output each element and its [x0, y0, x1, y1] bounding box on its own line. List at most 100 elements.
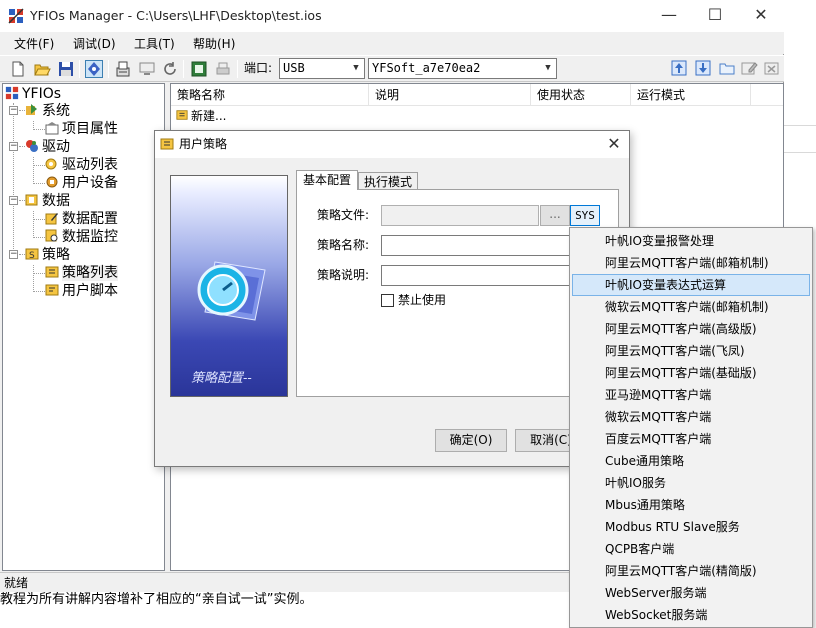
delete-icon[interactable] [763, 59, 781, 77]
port-select[interactable]: USB ▼ [279, 58, 365, 79]
dialog-title-bar[interactable]: 用户策略 ✕ [155, 131, 629, 158]
tree-item-user-scripts[interactable]: 用户脚本 [45, 282, 118, 300]
project-tree[interactable]: YFIOs − 系统 项目属性 − 驱动 驱动列表 用户设备 − 数据 数据配置… [2, 83, 165, 571]
tree-root[interactable]: YFIOs [5, 85, 61, 103]
disable-checkbox[interactable] [381, 294, 394, 307]
tree-guide [33, 157, 34, 184]
column-header[interactable]: 运行模式 [631, 84, 751, 106]
menu-help[interactable]: 帮助(H) [193, 35, 235, 53]
strategy-list-icon [45, 265, 59, 279]
tree-item-label: 数据监控 [62, 229, 118, 245]
port-select-value: USB [283, 61, 305, 75]
new-strategy-icon [176, 109, 188, 121]
list-item-label: 新建... [191, 109, 227, 123]
connect-icon[interactable] [85, 60, 103, 78]
print-icon[interactable] [214, 60, 232, 78]
toolbar-separator [79, 60, 80, 78]
column-header[interactable]: 使用状态 [531, 84, 631, 106]
menu-item[interactable]: WebServer服务端 [572, 582, 810, 604]
folder-icon[interactable] [718, 59, 736, 77]
menu-item[interactable]: 亚马逊MQTT客户端 [572, 384, 810, 406]
tree-toggle[interactable]: − [9, 106, 18, 115]
menu-item[interactable]: Mbus通用策略 [572, 494, 810, 516]
menu-item[interactable]: 阿里云MQTT客户端(精简版) [572, 560, 810, 582]
strategy-file-field [381, 205, 539, 226]
open-folder-icon[interactable] [33, 60, 51, 78]
menu-tools[interactable]: 工具(T) [134, 35, 175, 53]
column-header[interactable]: 策略名称 [171, 84, 369, 106]
background-divider [784, 152, 816, 153]
tree-toggle[interactable]: − [9, 142, 18, 151]
refresh-icon[interactable] [161, 60, 179, 78]
menu-item[interactable]: Modbus RTU Slave服务 [572, 516, 810, 538]
menu-item[interactable]: 叶帆IO服务 [572, 472, 810, 494]
menu-item[interactable]: QCPB客户端 [572, 538, 810, 560]
menu-item[interactable]: 微软云MQTT客户端(邮箱机制) [572, 296, 810, 318]
move-up-icon[interactable] [670, 59, 688, 77]
tree-item-system[interactable]: 系统 [25, 102, 70, 120]
menu-item[interactable]: 阿里云MQTT客户端(邮箱机制) [572, 252, 810, 274]
list-item[interactable]: 新建... [176, 108, 226, 124]
tab-basic-config[interactable]: 基本配置 [296, 170, 358, 190]
menu-file[interactable]: 文件(F) [14, 35, 54, 53]
tree-item-data-monitor[interactable]: 数据监控 [45, 228, 118, 246]
toolbar-separator [108, 60, 109, 78]
menu-item[interactable]: 百度云MQTT客户端 [572, 428, 810, 450]
menu-item[interactable]: 叶帆IO变量报警处理 [572, 230, 810, 252]
dialog-close-button[interactable]: ✕ [603, 134, 625, 154]
tree-guide [33, 211, 34, 238]
close-button[interactable]: ✕ [738, 0, 784, 32]
menu-debug[interactable]: 调试(D) [73, 35, 116, 53]
menu-item[interactable]: WebSocket服务端 [572, 604, 810, 626]
download-icon[interactable] [114, 60, 132, 78]
tree-item-strategy[interactable]: S 策略 [25, 246, 70, 264]
tree-item-label: 驱动 [42, 139, 70, 155]
strategy-desc-label: 策略说明: [317, 268, 370, 282]
menu-item[interactable]: 微软云MQTT客户端 [572, 406, 810, 428]
system-icon [25, 103, 39, 117]
chevron-down-icon[interactable]: ▼ [540, 59, 556, 78]
monitor-icon[interactable] [138, 60, 156, 78]
tree-toggle[interactable]: − [9, 196, 18, 205]
sys-button[interactable]: SYS [570, 205, 600, 226]
tree-item-data-config[interactable]: 数据配置 [45, 210, 118, 228]
device-select[interactable]: YFSoft_a7e70ea2 ▼ [368, 58, 557, 79]
ok-button[interactable]: 确定(O) [435, 429, 507, 452]
menu-item[interactable]: 阿里云MQTT客户端(高级版) [572, 318, 810, 340]
tree-item-driver-list[interactable]: 驱动列表 [45, 156, 118, 174]
edit-icon[interactable] [740, 59, 758, 77]
chart-icon[interactable] [190, 60, 208, 78]
menu-item[interactable]: Cube通用策略 [572, 450, 810, 472]
window-title: YFIOs Manager - C:\Users\LHF\Desktop\tes… [30, 8, 322, 23]
app-logo-icon [8, 8, 24, 24]
tree-item-data[interactable]: 数据 [25, 192, 70, 210]
chevron-down-icon[interactable]: ▼ [348, 59, 364, 78]
move-down-icon[interactable] [694, 59, 712, 77]
tree-toggle[interactable]: − [9, 250, 18, 259]
tree-item-project-properties[interactable]: 项目属性 [45, 120, 118, 138]
title-bar[interactable]: YFIOs Manager - C:\Users\LHF\Desktop\tes… [0, 0, 784, 32]
save-icon[interactable] [57, 60, 75, 78]
data-icon [25, 193, 39, 207]
tab-execution-mode[interactable]: 执行模式 [358, 172, 418, 190]
maximize-button[interactable]: ☐ [692, 0, 738, 32]
menu-item-selected[interactable]: 叶帆IO变量表达式运算 [572, 274, 810, 296]
menu-item[interactable]: 阿里云MQTT客户端(基础版) [572, 362, 810, 384]
toolbar-separator [237, 60, 238, 78]
device-select-value: YFSoft_a7e70ea2 [372, 61, 481, 75]
svg-text:S: S [29, 251, 35, 261]
tree-item-strategy-list[interactable]: 策略列表 [45, 264, 118, 282]
tree-item-label: 策略 [42, 247, 70, 263]
tree-guide [33, 129, 45, 130]
tree-item-label: 用户脚本 [62, 283, 118, 299]
tree-item-drivers[interactable]: 驱动 [25, 138, 70, 156]
new-file-icon[interactable] [9, 60, 27, 78]
tree-item-user-devices[interactable]: 用户设备 [45, 174, 118, 192]
menu-item[interactable]: 阿里云MQTT客户端(飞凤) [572, 340, 810, 362]
sys-strategy-menu: 叶帆IO变量报警处理 阿里云MQTT客户端(邮箱机制) 叶帆IO变量表达式运算 … [569, 227, 813, 628]
column-header[interactable]: 说明 [369, 84, 531, 106]
minimize-button[interactable]: — [646, 0, 692, 32]
tree-guide [13, 103, 14, 257]
strategy-icon: S [25, 247, 39, 261]
browse-button[interactable]: ... [540, 205, 570, 226]
